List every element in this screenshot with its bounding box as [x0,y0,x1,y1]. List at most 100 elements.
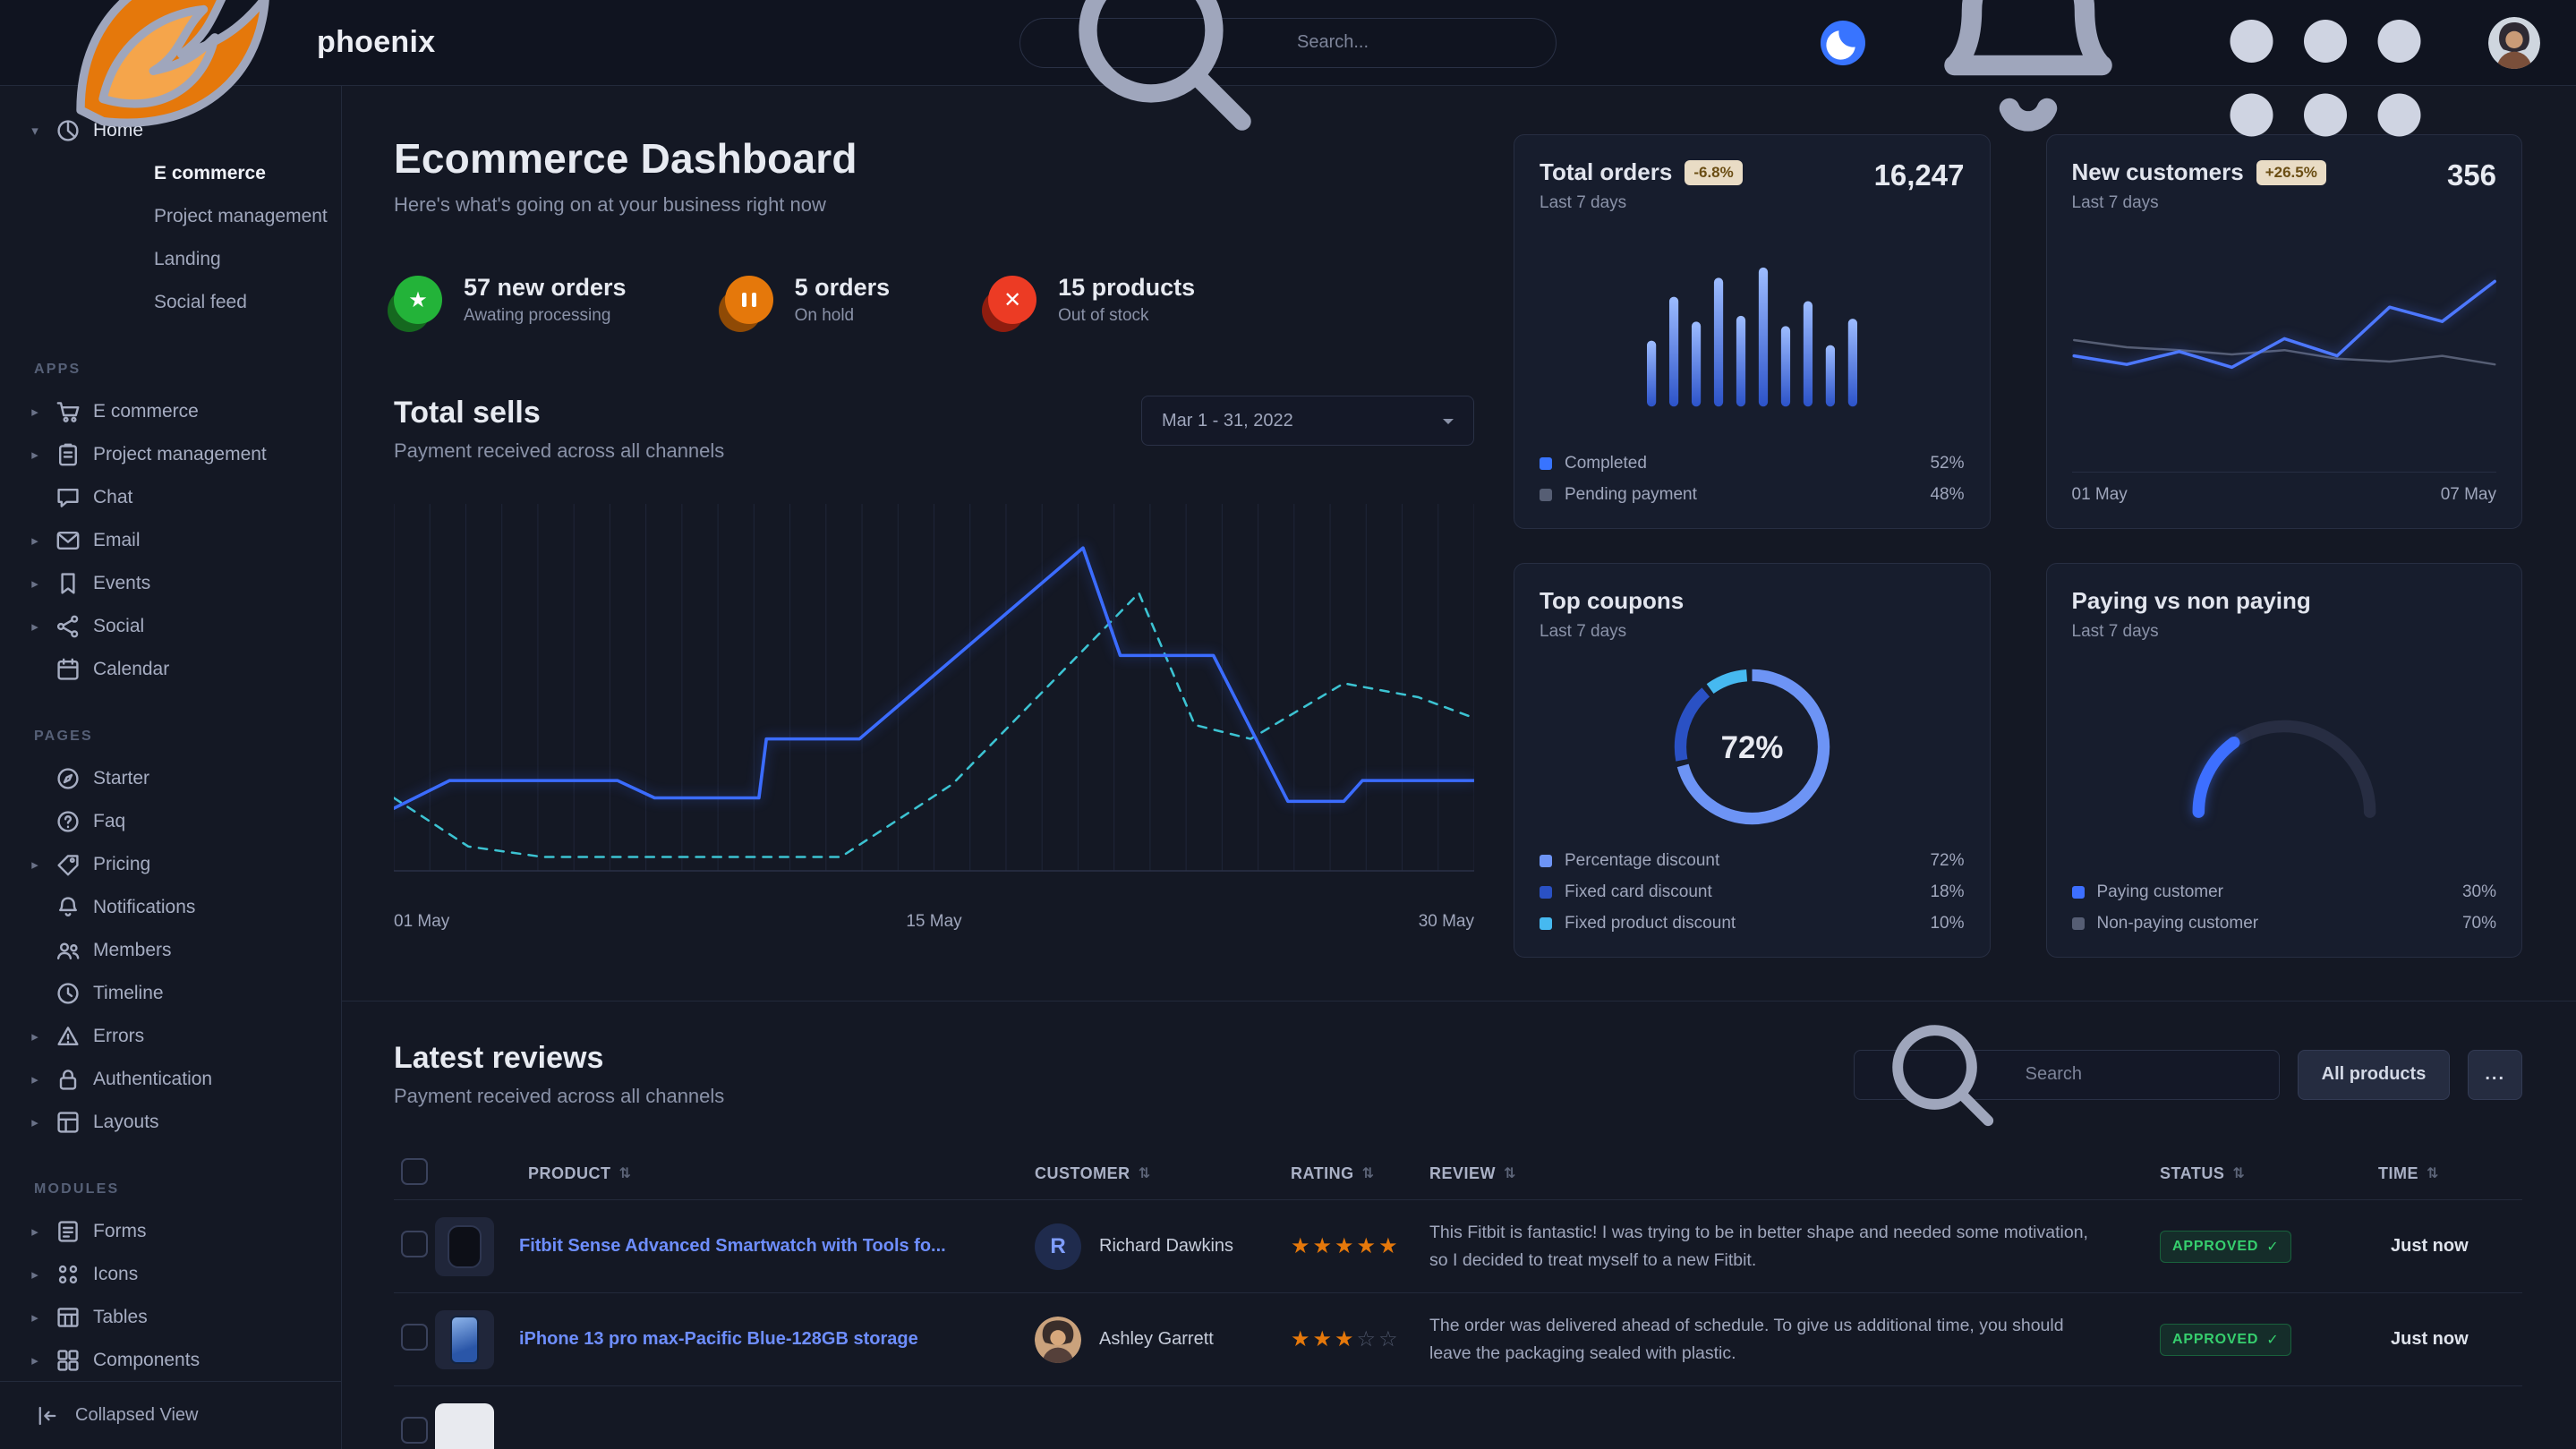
sidebar-item-email[interactable]: ▸Email [0,519,341,562]
caret-right-icon: ▸ [27,1223,43,1240]
total-sells-x-axis: 01 May15 May30 May [394,912,1474,939]
navbar-actions [1821,0,2540,178]
sidebar-item-landing[interactable]: Landing [0,238,341,281]
column-header-label: STATUS [2160,1164,2224,1183]
column-header-rating[interactable]: RATING⇅ [1291,1164,1429,1183]
sidebar-item-authentication[interactable]: ▸Authentication [0,1058,341,1101]
sidebar-item-project-management[interactable]: ▸Project management [0,433,341,476]
sort-icon: ⇅ [2232,1164,2245,1182]
total-sells-subtitle: Payment received across all channels [394,439,724,463]
lock-icon [54,1065,82,1094]
sidebar-item-timeline[interactable]: Timeline [0,972,341,1015]
legend-item-fixed-product-discount: Fixed product discount10% [1540,914,1965,933]
sidebar-item-calendar[interactable]: Calendar [0,648,341,691]
sidebar-item-e-commerce[interactable]: ▸E commerce [0,390,341,433]
date-range-select[interactable]: Mar 1 - 31, 2022 [1141,396,1474,446]
sidebar-item-starter[interactable]: Starter [0,757,341,800]
column-header-review[interactable]: REVIEW⇅ [1429,1164,2160,1183]
top-coupons-title: Top coupons [1540,587,1684,615]
sidebar-section-label-pages: PAGES [34,729,341,745]
bell-icon [1894,0,2162,175]
sidebar-item-components[interactable]: ▸Components [0,1339,341,1382]
more-options-button[interactable]: ... [2468,1050,2522,1100]
star-icon: ★ [1313,1234,1335,1258]
global-search-input[interactable] [1297,32,1534,53]
sidebar-item-members[interactable]: Members [0,929,341,972]
search-icon [1871,1003,2013,1146]
column-header-customer[interactable]: CUSTOMER⇅ [1035,1164,1291,1183]
sidebar-item-label: E commerce [93,401,199,422]
global-search[interactable] [1019,18,1557,68]
fixed-card-discount-swatch [1540,886,1552,899]
sidebar-item-chat[interactable]: Chat [0,476,341,519]
x-icon: ✕ [988,276,1036,324]
caret-right-icon: ▸ [27,533,43,549]
select-all-checkbox[interactable] [401,1158,428,1185]
sidebar-item-events[interactable]: ▸Events [0,562,341,605]
paying-period: Last 7 days [2072,622,2311,642]
reviews-search-input[interactable] [2026,1064,2263,1085]
brand[interactable]: phoenix [36,0,435,177]
apps-menu-button[interactable] [2191,0,2460,178]
brand-name: phoenix [317,25,435,60]
legend-item-non-paying-customer: Non-paying customer70% [2072,914,2497,933]
sidebar-item-label: Authentication [93,1069,212,1090]
sidebar-item-label: Pricing [93,854,150,875]
checkbox-cell [394,1324,435,1355]
completed-swatch [1540,457,1552,470]
theme-toggle-button[interactable] [1821,21,1865,65]
row-checkbox[interactable] [401,1231,428,1257]
sidebar-item-label: Chat [93,487,132,508]
rating-stars: ★★★★★ [1291,1233,1429,1259]
sidebar-item-project-management[interactable]: Project management [0,195,341,238]
sidebar-item-tables[interactable]: ▸Tables [0,1296,341,1339]
share-icon [54,612,82,641]
icons-icon [54,1260,82,1289]
column-header-label: REVIEW [1429,1164,1496,1183]
reviews-controls: All products ... [1854,1050,2522,1100]
column-header-status[interactable]: STATUS ⇅ [2160,1164,2378,1183]
check-icon: ✓ [2266,1331,2279,1349]
star-icon: ★ [1357,1234,1379,1258]
row-checkbox[interactable] [401,1417,428,1444]
time-cell: Just now [2378,1236,2522,1257]
sidebar-item-faq[interactable]: Faq [0,800,341,843]
quick-stat-text: 57 new ordersAwating processing [464,274,627,326]
legend-label: Pending payment [1565,485,1697,505]
paying-legend: Paying customer30%Non-paying customer70% [2072,882,2497,933]
sidebar-item-layouts[interactable]: ▸Layouts [0,1101,341,1144]
status-label: APPROVED [2172,1239,2258,1255]
sidebar-item-errors[interactable]: ▸Errors [0,1015,341,1058]
tag-icon [54,850,82,879]
sidebar-item-label: Forms [93,1221,147,1242]
profile-avatar[interactable] [2488,17,2540,69]
sidebar-item-social[interactable]: ▸Social [0,605,341,648]
customer-name: Richard Dawkins [1099,1236,1233,1257]
sidebar-item-icons[interactable]: ▸Icons [0,1253,341,1296]
sidebar-item-pricing[interactable]: ▸Pricing [0,843,341,886]
product-link[interactable]: iPhone 13 pro max-Pacific Blue-128GB sto… [519,1329,918,1350]
all-products-button[interactable]: All products [2298,1050,2451,1100]
notifications-button[interactable] [1894,0,2162,178]
clipboard-icon [54,440,82,469]
row-checkbox[interactable] [401,1324,428,1351]
star-icon: ☆ [1357,1327,1379,1351]
legend-item-percentage-discount: Percentage discount72% [1540,851,1965,871]
envelope-icon [54,526,82,555]
legend-label: Percentage discount [1565,851,1719,871]
product-link[interactable]: Fitbit Sense Advanced Smartwatch with To… [519,1236,946,1257]
reviews-search[interactable] [1854,1050,2280,1100]
sidebar-item-notifications[interactable]: Notifications [0,886,341,929]
column-header-product[interactable]: PRODUCT⇅ [435,1164,1035,1183]
column-header-time[interactable]: TIME⇅ [2378,1164,2522,1183]
sidebar-item-forms[interactable]: ▸ Forms [0,1210,341,1253]
paying-customer-swatch [2072,886,2085,899]
sidebar-item-social-feed[interactable]: Social feed [0,281,341,324]
x-tick-label: 30 May [1419,912,1474,932]
new-customers-card: New customers +26.5% Last 7 days 356 01 … [2046,134,2523,529]
star-icon: ★ [1378,1234,1401,1258]
collapsed-view-toggle[interactable]: Collapsed View [0,1381,341,1449]
legend-label: Paying customer [2097,882,2224,902]
fixed-product-discount-swatch [1540,917,1552,930]
customer-cell: Ashley Garrett [1035,1317,1291,1363]
